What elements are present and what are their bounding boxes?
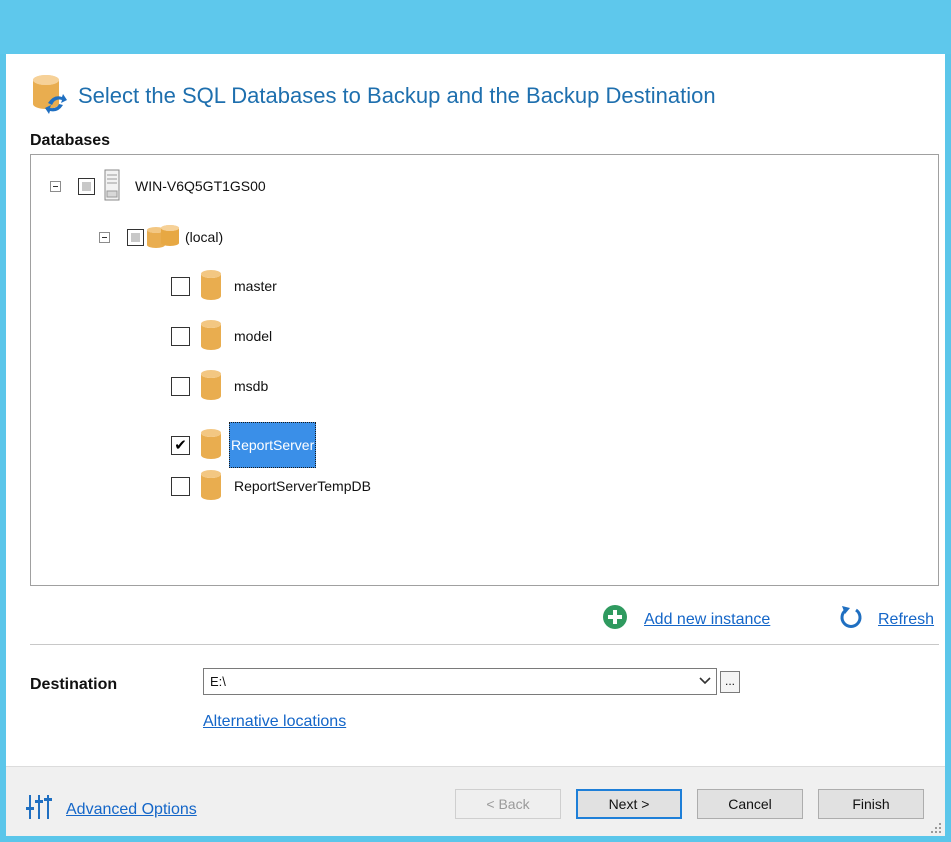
refresh-link[interactable]: Refresh: [878, 611, 934, 629]
wizard-footer: Advanced Options < Back Next > Cancel Fi…: [6, 766, 945, 836]
server-icon: [104, 169, 120, 204]
database-tree[interactable]: WIN-V6Q5GT1GS00 (local) master model msd…: [30, 154, 939, 586]
refresh-icon[interactable]: [838, 604, 864, 635]
tree-node-database[interactable]: msdb: [171, 369, 271, 404]
cancel-button[interactable]: Cancel: [697, 789, 803, 819]
database-checkbox-model[interactable]: [171, 326, 190, 346]
add-instance-link[interactable]: Add new instance: [644, 611, 770, 629]
browse-button[interactable]: ...: [720, 671, 740, 693]
database-icon: [200, 469, 222, 504]
database-icon: [200, 369, 222, 404]
back-button[interactable]: < Back: [455, 789, 561, 819]
database-checkbox-reportservertempdb[interactable]: [171, 476, 190, 496]
tree-node-database[interactable]: ReportServerTempDB: [171, 469, 374, 504]
database-sync-icon: [30, 73, 68, 120]
database-icon: [200, 319, 222, 354]
resize-grip-icon[interactable]: [930, 821, 942, 833]
refresh-action[interactable]: Refresh: [838, 604, 934, 635]
database-name: master: [234, 278, 277, 294]
alternative-locations-link-wrap[interactable]: Alternative locations: [203, 713, 346, 731]
wizard-client-area: Select the SQL Databases to Backup and t…: [6, 54, 945, 836]
server-name: WIN-V6Q5GT1GS00: [135, 178, 266, 194]
tree-node-database[interactable]: master: [171, 269, 280, 304]
database-icon: [200, 428, 222, 463]
add-circle-icon[interactable]: [602, 604, 628, 635]
destination-combobox[interactable]: E:\: [203, 668, 717, 695]
chevron-down-icon[interactable]: [698, 672, 712, 690]
databases-label: Databases: [30, 132, 111, 149]
next-button[interactable]: Next >: [576, 789, 682, 819]
database-name: ReportServer: [229, 422, 317, 468]
tree-node-database[interactable]: model: [171, 319, 275, 354]
instance-databases-icon: [146, 223, 180, 252]
tree-node-instance[interactable]: (local): [99, 222, 226, 252]
add-instance-action[interactable]: Add new instance: [602, 604, 770, 635]
section-divider: [30, 644, 939, 645]
database-name: model: [234, 328, 273, 344]
collapse-instance-toggle[interactable]: [99, 231, 110, 243]
title-bar[interactable]: [0, 0, 951, 54]
database-checkbox-reportserver[interactable]: ✔: [171, 435, 190, 455]
advanced-options-action[interactable]: Advanced Options: [26, 793, 197, 826]
finish-button[interactable]: Finish: [818, 789, 924, 819]
collapse-server-toggle[interactable]: [50, 180, 61, 192]
database-checkbox-master[interactable]: [171, 276, 190, 296]
database-icon: [200, 269, 222, 304]
instance-checkbox[interactable]: [127, 228, 144, 246]
instance-name: (local): [185, 229, 224, 245]
destination-value: E:\: [210, 674, 226, 689]
tree-node-database[interactable]: ✔ ReportServer: [171, 420, 317, 470]
server-checkbox[interactable]: [78, 177, 95, 195]
database-name: msdb: [234, 378, 269, 394]
destination-label: Destination: [30, 676, 118, 693]
wizard-header: Select the SQL Databases to Backup and t…: [30, 74, 716, 118]
advanced-options-link[interactable]: Advanced Options: [66, 801, 197, 819]
backup-wizard-window: Select the SQL Databases to Backup and t…: [0, 0, 951, 842]
sliders-icon[interactable]: [26, 793, 56, 826]
database-name: ReportServerTempDB: [234, 478, 371, 494]
database-checkbox-msdb[interactable]: [171, 376, 190, 396]
tree-node-server[interactable]: WIN-V6Q5GT1GS00: [50, 169, 269, 204]
alternative-locations-link[interactable]: Alternative locations: [203, 713, 346, 730]
page-title: Select the SQL Databases to Backup and t…: [78, 83, 716, 108]
